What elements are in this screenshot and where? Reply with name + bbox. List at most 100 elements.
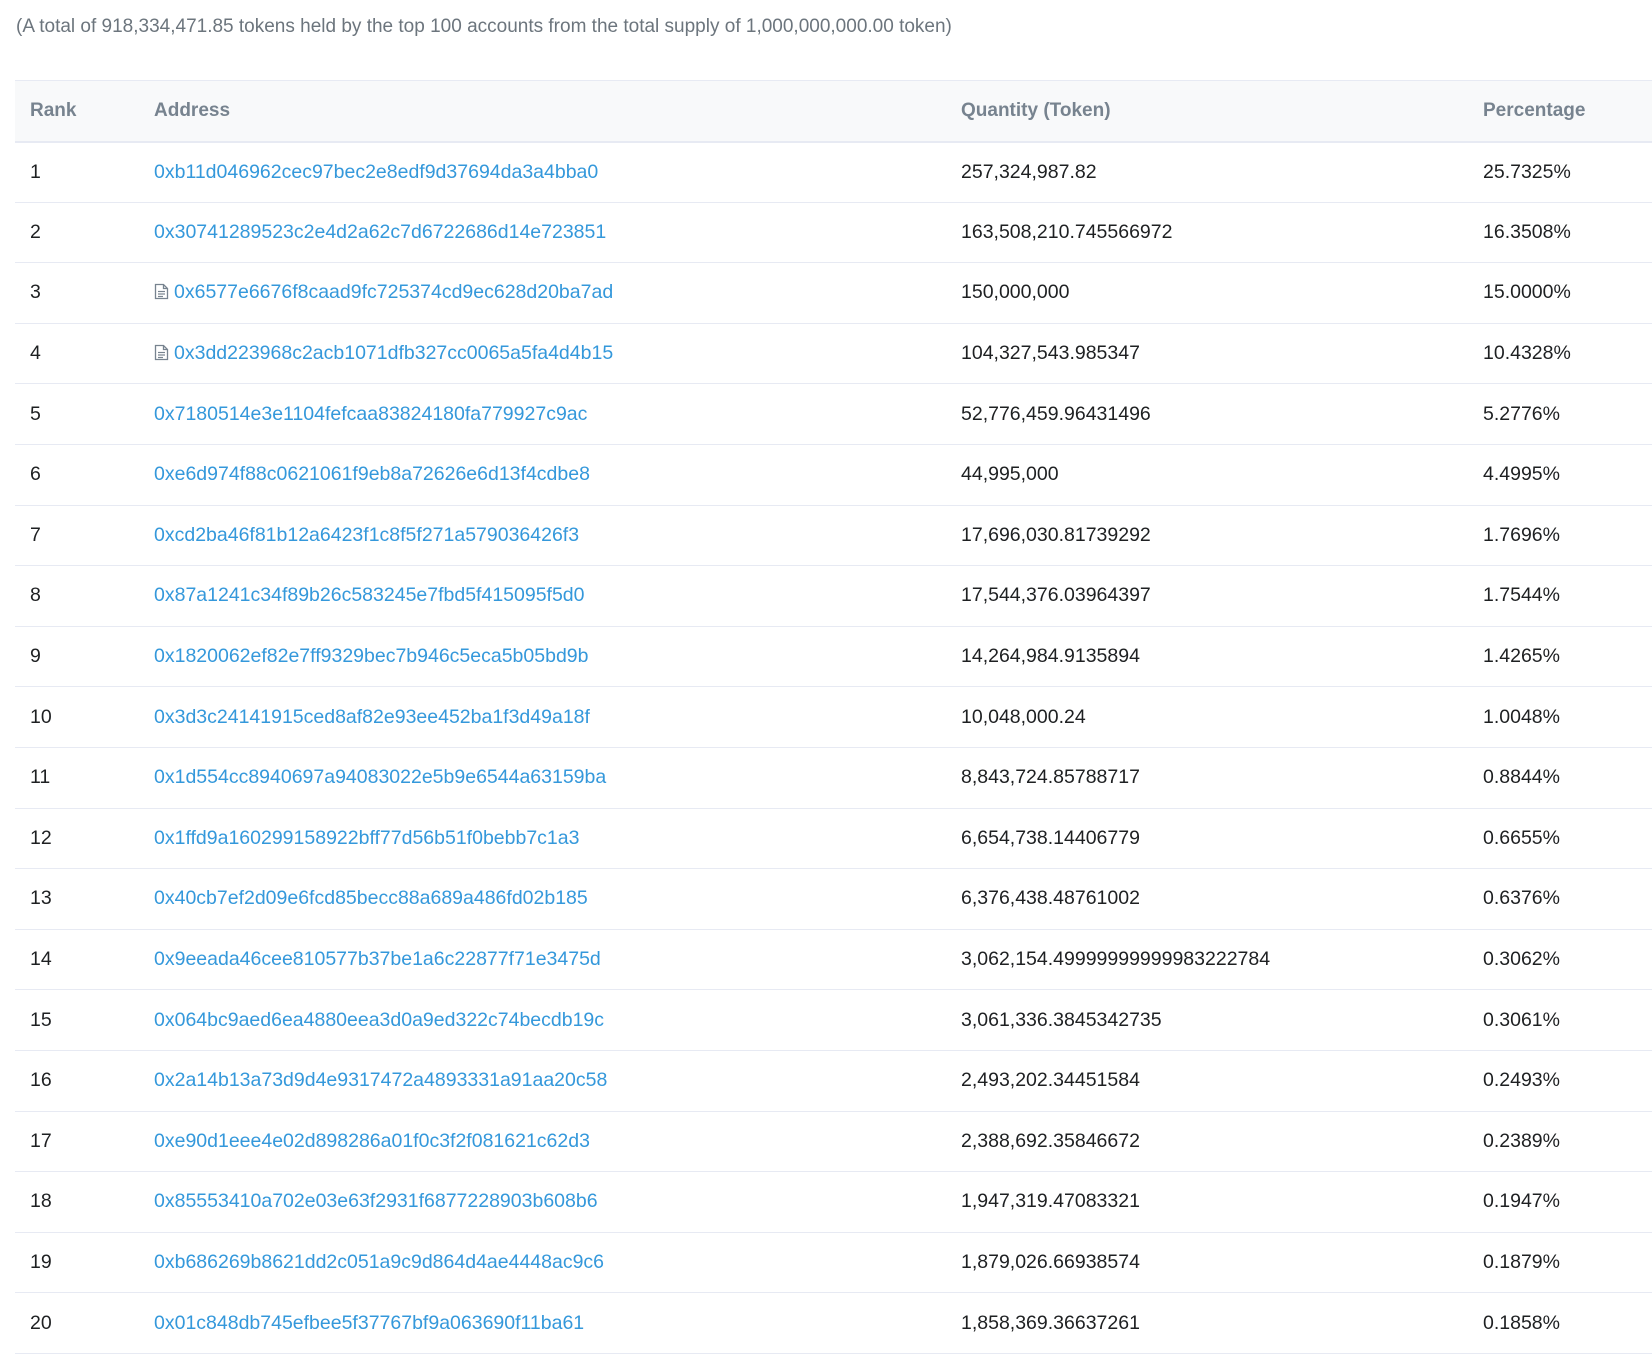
holder-address-link[interactable]: 0x6577e6676f8caad9fc725374cd9ec628d20ba7…: [174, 281, 613, 303]
table-row: 10 0x3d3c24141915ced8af82e93ee452ba1f3d49…: [15, 687, 1652, 748]
table-row: 5 0x7180514e3e1104fefcaa83824180fa779927c…: [15, 384, 1652, 445]
address-cell: 0x7180514e3e1104fefcaa83824180fa779927c9…: [139, 384, 946, 445]
token-holders-table-container: Rank Address Quantity (Token) Percentage…: [15, 80, 1652, 1354]
address-cell: 0x01c848db745efbee5f37767bf9a063690f11ba…: [139, 1293, 946, 1354]
table-row: 9 0x1820062ef82e7ff9329bec7b946c5eca5b05b…: [15, 626, 1652, 687]
address-cell: 0x2a14b13a73d9d4e9317472a4893331a91aa20c…: [139, 1050, 946, 1111]
holder-address-link[interactable]: 0x1820062ef82e7ff9329bec7b946c5eca5b05bd…: [154, 645, 588, 667]
quantity-cell: 1,858,369.36637261: [961, 1311, 1140, 1334]
table-row: 20 0x01c848db745efbee5f37767bf9a063690f11…: [15, 1293, 1652, 1354]
table-row: 12 0x1ffd9a160299158922bff77d56b51f0bebb7…: [15, 808, 1652, 869]
quantity-cell: 257,324,987.82: [961, 160, 1097, 183]
rank-cell: 2: [30, 220, 41, 243]
address-cell: 0x3d3c24141915ced8af82e93ee452ba1f3d49a1…: [139, 687, 946, 748]
holder-address-link[interactable]: 0xb686269b8621dd2c051a9c9d864d4ae4448ac9…: [154, 1251, 604, 1273]
rank-cell: 12: [30, 826, 52, 849]
address-cell: 0x30741289523c2e4d2a62c7d6722686d14e7238…: [139, 202, 946, 263]
quantity-cell: 52,776,459.96431496: [961, 402, 1151, 425]
percentage-cell: 10.4328%: [1483, 342, 1571, 365]
percentage-cell: 1.4265%: [1483, 645, 1560, 668]
rank-cell: 3: [30, 281, 41, 304]
address-cell: 0x1820062ef82e7ff9329bec7b946c5eca5b05bd…: [139, 626, 946, 687]
table-row: 7 0xcd2ba46f81b12a6423f1c8f5f271a57903642…: [15, 505, 1652, 566]
quantity-cell: 17,696,030.81739292: [961, 523, 1151, 546]
rank-cell: 20: [30, 1311, 52, 1334]
address-cell: 0xb11d046962cec97bec2e8edf9d37694da3a4bb…: [139, 142, 946, 203]
quantity-cell: 163,508,210.745566972: [961, 220, 1173, 243]
quantity-cell: 8,843,724.85788717: [961, 766, 1140, 789]
percentage-cell: 1.7544%: [1483, 584, 1560, 607]
percentage-cell: 0.6376%: [1483, 887, 1560, 910]
percentage-cell: 1.0048%: [1483, 705, 1560, 728]
table-row: 19 0xb686269b8621dd2c051a9c9d864d4ae4448a…: [15, 1232, 1652, 1293]
holder-address-link[interactable]: 0xe90d1eee4e02d898286a01f0c3f2f081621c62…: [154, 1130, 590, 1152]
quantity-cell: 1,947,319.47083321: [961, 1190, 1140, 1213]
table-row: 11 0x1d554cc8940697a94083022e5b9e6544a631…: [15, 747, 1652, 809]
quantity-cell: 104,327,543.985347: [961, 342, 1140, 365]
holder-address-link[interactable]: 0x9eeada46cee810577b37be1a6c22877f71e347…: [154, 948, 601, 970]
rank-cell: 7: [30, 523, 41, 546]
rank-cell: 15: [30, 1008, 52, 1031]
table-body: 1 0xb11d046962cec97bec2e8edf9d37694da3a4b…: [15, 142, 1652, 1354]
holder-address-link[interactable]: 0x30741289523c2e4d2a62c7d6722686d14e7238…: [154, 221, 606, 243]
quantity-cell: 6,376,438.48761002: [961, 887, 1140, 910]
rank-cell: 5: [30, 402, 41, 425]
quantity-cell: 1,879,026.66938574: [961, 1250, 1140, 1273]
percentage-cell: 0.1947%: [1483, 1190, 1560, 1213]
percentage-cell: 0.2389%: [1483, 1129, 1560, 1152]
holder-address-link[interactable]: 0x064bc9aed6ea4880eea3d0a9ed322c74becdb1…: [154, 1009, 604, 1031]
holder-address-link[interactable]: 0x87a1241c34f89b26c583245e7fbd5f415095f5…: [154, 584, 585, 606]
table-row: 8 0x87a1241c34f89b26c583245e7fbd5f415095f…: [15, 566, 1652, 627]
address-cell: 0x40cb7ef2d09e6fcd85becc88a689a486fd02b1…: [139, 869, 946, 930]
address-cell: 0x3dd223968c2acb1071dfb327cc0065a5fa4d4b…: [139, 323, 946, 384]
table-row: 1 0xb11d046962cec97bec2e8edf9d37694da3a4b…: [15, 142, 1652, 203]
table-row: 2 0x30741289523c2e4d2a62c7d6722686d14e723…: [15, 202, 1652, 263]
address-cell: 0x87a1241c34f89b26c583245e7fbd5f415095f5…: [139, 566, 946, 627]
column-header-quantity: Quantity (Token): [961, 99, 1111, 121]
token-holders-table: Rank Address Quantity (Token) Percentage…: [15, 80, 1652, 1354]
address-cell: 0xe6d974f88c0621061f9eb8a72626e6d13f4cdb…: [139, 444, 946, 505]
address-cell: 0x1d554cc8940697a94083022e5b9e6544a63159…: [139, 747, 946, 808]
holder-address-link[interactable]: 0x1ffd9a160299158922bff77d56b51f0bebb7c1…: [154, 827, 579, 849]
holder-address-link[interactable]: 0x7180514e3e1104fefcaa83824180fa779927c9…: [154, 403, 587, 425]
quantity-cell: 2,493,202.34451584: [961, 1069, 1140, 1092]
address-cell: 0x064bc9aed6ea4880eea3d0a9ed322c74becdb1…: [139, 990, 946, 1051]
contract-file-icon: [154, 283, 169, 300]
column-header-rank: Rank: [30, 99, 77, 121]
column-header-percentage: Percentage: [1483, 99, 1586, 121]
holder-address-link[interactable]: 0x01c848db745efbee5f37767bf9a063690f11ba…: [154, 1312, 584, 1334]
percentage-cell: 0.3061%: [1483, 1008, 1560, 1031]
quantity-cell: 3,062,154.49999999999983222784: [961, 948, 1271, 971]
table-row: 16 0x2a14b13a73d9d4e9317472a4893331a91aa2…: [15, 1050, 1652, 1111]
holder-address-link[interactable]: 0x1d554cc8940697a94083022e5b9e6544a63159…: [154, 766, 606, 788]
quantity-cell: 17,544,376.03964397: [961, 584, 1151, 607]
percentage-cell: 4.4995%: [1483, 463, 1560, 486]
table-row: 6 0xe6d974f88c0621061f9eb8a72626e6d13f4cd…: [15, 444, 1652, 506]
table-row: 18 0x85553410a702e03e63f2931f6877228903b6…: [15, 1172, 1652, 1233]
table-header: Rank Address Quantity (Token) Percentage: [15, 80, 1652, 142]
rank-cell: 11: [30, 766, 51, 789]
rank-cell: 9: [30, 645, 41, 668]
holder-address-link[interactable]: 0x3d3c24141915ced8af82e93ee452ba1f3d49a1…: [154, 706, 590, 728]
percentage-cell: 5.2776%: [1483, 402, 1560, 425]
holder-address-link[interactable]: 0x3dd223968c2acb1071dfb327cc0065a5fa4d4b…: [174, 342, 613, 364]
holder-address-link[interactable]: 0xe6d974f88c0621061f9eb8a72626e6d13f4cdb…: [154, 463, 590, 485]
table-row: 14 0x9eeada46cee810577b37be1a6c22877f71e3…: [15, 929, 1652, 990]
percentage-cell: 15.0000%: [1483, 281, 1571, 304]
rank-cell: 4: [30, 342, 41, 365]
rank-cell: 14: [30, 948, 52, 971]
holder-address-link[interactable]: 0x85553410a702e03e63f2931f6877228903b608…: [154, 1190, 598, 1212]
address-cell: 0xcd2ba46f81b12a6423f1c8f5f271a579036426…: [139, 505, 946, 566]
holder-address-link[interactable]: 0x40cb7ef2d09e6fcd85becc88a689a486fd02b1…: [154, 887, 588, 909]
table-row: 17 0xe90d1eee4e02d898286a01f0c3f2f081621c…: [15, 1111, 1652, 1172]
holder-address-link[interactable]: 0xcd2ba46f81b12a6423f1c8f5f271a579036426…: [154, 524, 579, 546]
percentage-cell: 16.3508%: [1483, 220, 1571, 243]
holder-address-link[interactable]: 0xb11d046962cec97bec2e8edf9d37694da3a4bb…: [154, 161, 598, 183]
quantity-cell: 3,061,336.3845342735: [961, 1008, 1162, 1031]
quantity-cell: 14,264,984.9135894: [961, 645, 1140, 668]
rank-cell: 16: [30, 1069, 52, 1092]
percentage-cell: 25.7325%: [1483, 160, 1571, 183]
rank-cell: 17: [30, 1129, 52, 1152]
rank-cell: 13: [30, 887, 52, 910]
holder-address-link[interactable]: 0x2a14b13a73d9d4e9317472a4893331a91aa20c…: [154, 1069, 607, 1091]
